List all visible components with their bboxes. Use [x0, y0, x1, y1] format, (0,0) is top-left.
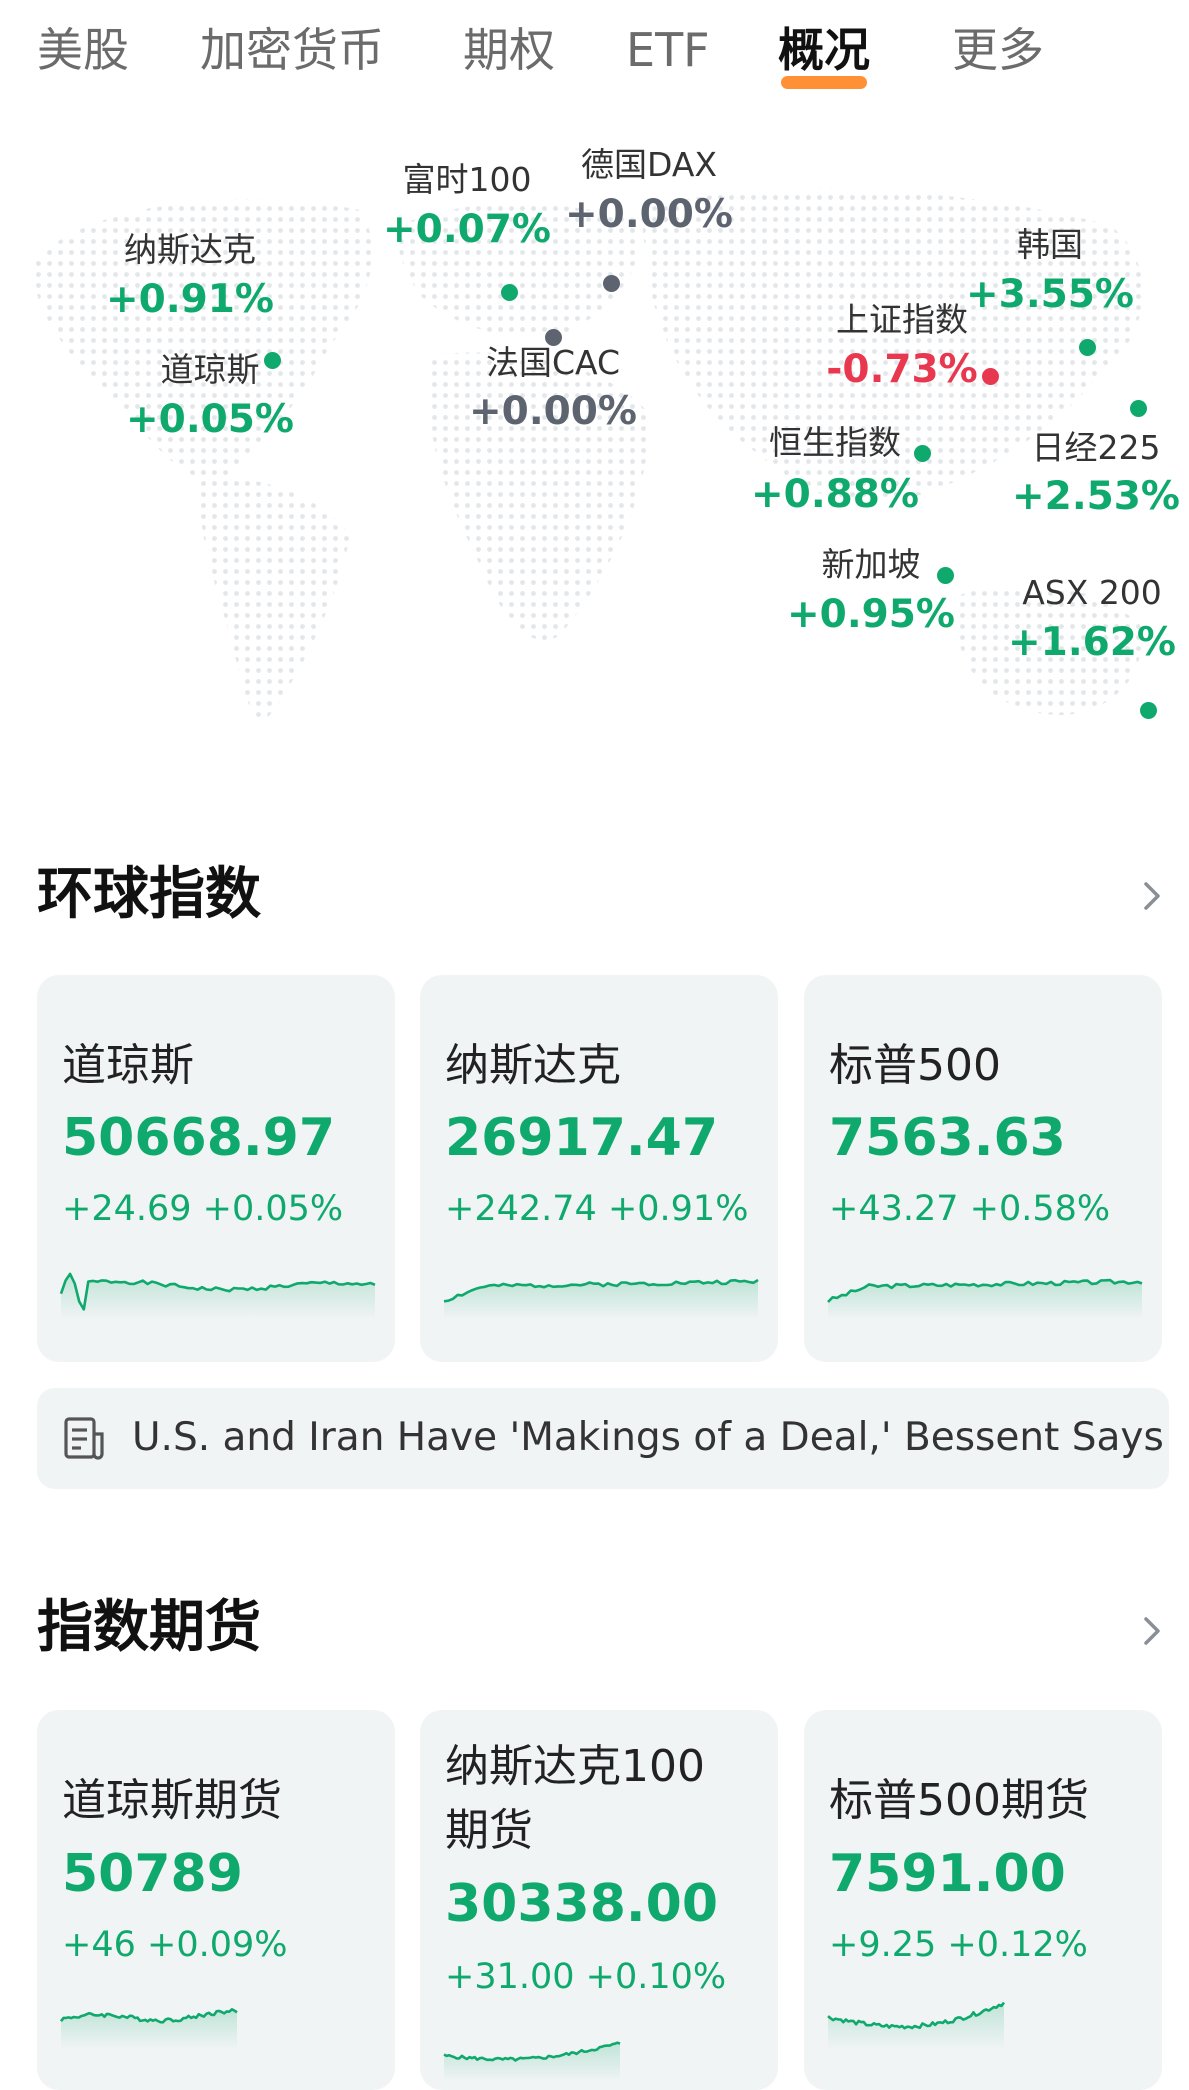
map-market-dot — [1079, 339, 1096, 356]
section-title-index-futures: 指数期货 — [37, 1595, 261, 1660]
map-market-name[interactable]: 纳斯达克 — [124, 230, 256, 270]
index-price: 7563.63 — [829, 1108, 1066, 1168]
index-change: +24.69 +0.05% — [62, 1189, 344, 1229]
sparkline-chart — [443, 2041, 621, 2082]
map-market-name[interactable]: 道琼斯 — [161, 350, 260, 390]
futures-name: 纳斯达克100 — [445, 1741, 705, 1792]
map-market-change[interactable]: +0.07% — [383, 207, 551, 253]
index-price: 50668.97 — [62, 1108, 336, 1168]
news-icon — [64, 1417, 104, 1460]
map-market-dot — [937, 567, 954, 584]
index-change: +43.27 +0.58% — [829, 1189, 1111, 1229]
tab-crypto[interactable]: 加密货币 — [200, 18, 384, 82]
map-market-change[interactable]: +1.62% — [1008, 620, 1176, 666]
futures-change: +46 +0.09% — [62, 1925, 288, 1965]
index-name: 标普500 — [829, 1040, 1001, 1091]
tab-label: 美股 — [37, 23, 129, 77]
map-market-change[interactable]: +0.88% — [751, 472, 919, 518]
map-market-dot — [982, 368, 999, 385]
map-market-dot — [1140, 702, 1157, 719]
chevron-right-icon[interactable] — [1137, 1611, 1167, 1651]
tab-etf[interactable]: ETF — [626, 18, 710, 82]
map-market-change[interactable]: +0.00% — [469, 389, 637, 435]
tab-label: 更多 — [952, 23, 1044, 77]
sparkline-chart — [59, 1272, 376, 1320]
news-headline-text: U.S. and Iran Have 'Makings of a Deal,' … — [132, 1415, 1164, 1460]
chevron-right-icon[interactable] — [1137, 876, 1167, 916]
sparkline-chart — [443, 1278, 759, 1320]
map-market-name[interactable]: 日经225 — [1032, 428, 1161, 468]
map-market-dot — [501, 284, 518, 301]
map-market-change[interactable]: -0.73% — [826, 347, 978, 393]
map-market-change[interactable]: +2.53% — [1012, 474, 1180, 520]
futures-price: 7591.00 — [829, 1844, 1066, 1904]
index-change: +242.74 +0.91% — [445, 1189, 749, 1229]
index-card-sp500[interactable]: 标普500 7563.63 +43.27 +0.58% — [804, 975, 1162, 1362]
futures-card-dow[interactable]: 道琼斯期货 50789 +46 +0.09% — [37, 1710, 395, 2090]
futures-card-sp500[interactable]: 标普500期货 7591.00 +9.25 +0.12% — [804, 1710, 1162, 2090]
tab-overview[interactable]: 概况 — [778, 18, 870, 89]
futures-card-nasdaq100[interactable]: 纳斯达克100 期货 30338.00 +31.00 +0.10% — [420, 1710, 778, 2090]
map-market-change[interactable]: +3.55% — [966, 272, 1134, 318]
futures-change: +31.00 +0.10% — [445, 1957, 727, 1997]
map-market-change[interactable]: +0.00% — [565, 192, 733, 238]
sparkline-chart — [827, 1278, 1143, 1320]
sparkline-chart — [59, 2008, 238, 2050]
top-tab-bar: 美股 加密货币 期权 ETF 概况 更多 — [0, 0, 1189, 110]
index-name: 纳斯达克 — [445, 1040, 621, 1091]
map-market-name[interactable]: 恒生指数 — [769, 423, 901, 463]
futures-name: 道琼斯期货 — [62, 1775, 282, 1826]
futures-name-line2: 期货 — [445, 1805, 533, 1856]
tab-label: 期权 — [463, 23, 555, 77]
section-title-global-indices: 环球指数 — [37, 862, 261, 927]
map-market-name[interactable]: 富时100 — [403, 160, 532, 200]
active-tab-indicator — [781, 76, 867, 89]
map-market-dot — [914, 445, 931, 462]
map-market-dot — [603, 275, 620, 292]
index-card-nasdaq[interactable]: 纳斯达克 26917.47 +242.74 +0.91% — [420, 975, 778, 1362]
futures-price: 50789 — [62, 1844, 243, 1904]
tab-us-stocks[interactable]: 美股 — [37, 18, 129, 82]
map-market-name[interactable]: 上证指数 — [836, 300, 968, 340]
map-market-change[interactable]: +0.91% — [106, 277, 274, 323]
map-market-change[interactable]: +0.95% — [787, 592, 955, 638]
tab-options[interactable]: 期权 — [463, 18, 555, 82]
map-market-dot — [264, 352, 281, 369]
map-market-name[interactable]: 韩国 — [1017, 225, 1083, 265]
tab-more[interactable]: 更多 — [952, 18, 1044, 82]
news-headline-bar[interactable]: U.S. and Iran Have 'Makings of a Deal,' … — [37, 1388, 1169, 1489]
tab-label: 概况 — [778, 23, 870, 77]
index-price: 26917.47 — [445, 1108, 719, 1168]
map-market-name[interactable]: 德国DAX — [581, 145, 717, 185]
futures-change: +9.25 +0.12% — [829, 1925, 1088, 1965]
futures-price: 30338.00 — [445, 1874, 719, 1934]
map-market-change[interactable]: +0.05% — [126, 397, 294, 443]
index-card-dow[interactable]: 道琼斯 50668.97 +24.69 +0.05% — [37, 975, 395, 1362]
map-market-dot — [1130, 400, 1147, 417]
tab-label: 加密货币 — [200, 23, 384, 77]
map-market-dot — [545, 329, 562, 346]
map-market-name[interactable]: ASX 200 — [1022, 573, 1162, 613]
map-market-name[interactable]: 新加坡 — [822, 545, 921, 585]
map-market-name[interactable]: 法国CAC — [486, 343, 620, 383]
futures-name: 标普500期货 — [829, 1775, 1089, 1826]
world-market-map: 纳斯达克 +0.91% 道琼斯 +0.05% 富时100 +0.07% 德国DAX +0.00… — [0, 115, 1189, 755]
tab-label: ETF — [626, 23, 710, 77]
sparkline-chart — [827, 2001, 1006, 2050]
index-name: 道琼斯 — [62, 1040, 194, 1091]
